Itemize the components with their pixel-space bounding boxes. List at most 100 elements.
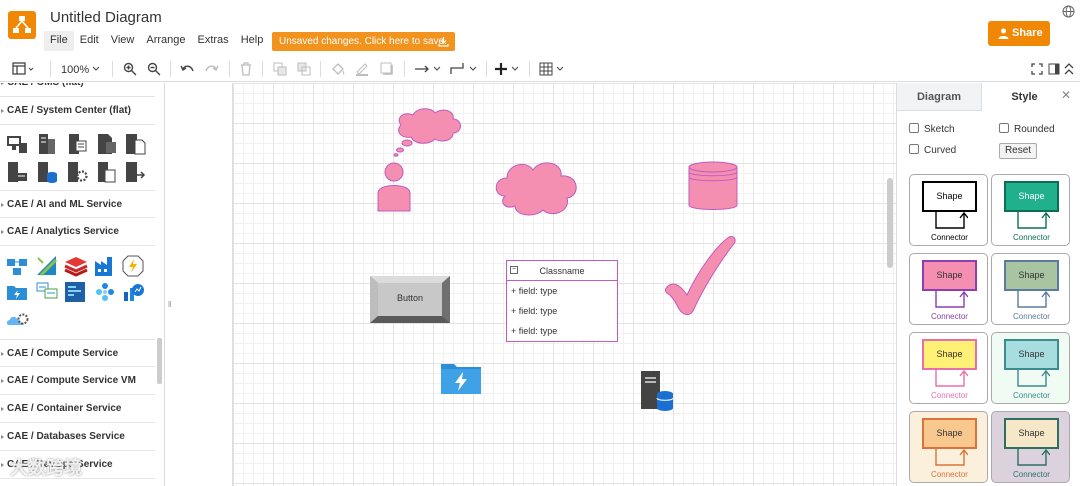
menu-file[interactable]: File <box>44 31 74 51</box>
server-list-icon[interactable] <box>66 133 88 155</box>
chevron-down-icon[interactable] <box>92 60 100 78</box>
to-back-icon[interactable] <box>297 60 311 78</box>
server-page-icon[interactable] <box>96 161 118 183</box>
style-swatch[interactable]: Shape Connector <box>909 253 988 325</box>
format-panel-toggle-icon[interactable] <box>12 60 34 78</box>
format-panel-icon[interactable] <box>1048 60 1060 78</box>
server-database-icon[interactable] <box>36 161 58 183</box>
tab-diagram[interactable]: Diagram <box>897 83 982 111</box>
toolbar-separator <box>50 61 51 77</box>
sidebar-section-compute[interactable]: CAE / Compute Service <box>0 339 155 367</box>
sidebar-section-oms[interactable]: CAE / OMS (flat) <box>0 83 155 97</box>
sidebar-section-compute-vm[interactable]: CAE / Compute Service VM <box>0 367 155 395</box>
connection-style-icon[interactable] <box>414 60 442 78</box>
unsaved-changes-button[interactable]: Unsaved changes. Click here to save. <box>272 32 455 51</box>
splitter-handle[interactable]: ‖ <box>168 300 171 309</box>
sidebar-section-container[interactable]: CAE / Container Service <box>0 395 155 423</box>
style-swatch[interactable]: Shape Connector <box>909 174 988 246</box>
line-color-icon[interactable] <box>355 60 369 78</box>
cloud-gear-icon[interactable] <box>6 309 29 331</box>
uml-class-field[interactable]: + field: type <box>507 301 617 321</box>
server-database-shape-icon[interactable] <box>640 370 674 412</box>
zoom-level[interactable]: 100% <box>61 64 89 76</box>
stream-analytics-icon[interactable] <box>122 255 144 277</box>
cloud-shape[interactable] <box>491 156 583 218</box>
server-stack-icon[interactable] <box>36 133 58 155</box>
style-swatch[interactable]: Shape Connector <box>909 411 988 483</box>
menu-view[interactable]: View <box>105 31 141 51</box>
uml-class-field[interactable]: + field: type <box>507 281 617 301</box>
style-swatch[interactable]: Shape Connector <box>909 332 988 404</box>
delete-icon[interactable] <box>240 60 252 78</box>
uml-class-shape[interactable]: − Classname + field: type + field: type … <box>506 260 618 342</box>
format-panel: Diagram Style ✕ Sketch Rounded Curved Re… <box>896 83 1080 486</box>
drawio-logo-icon <box>8 11 36 39</box>
zoom-out-icon[interactable] <box>147 60 161 78</box>
server-monitor-icon[interactable] <box>6 133 28 155</box>
uml-class-field[interactable]: + field: type <box>507 321 617 341</box>
reset-button[interactable]: Reset <box>999 143 1037 159</box>
server-gear-icon[interactable] <box>66 161 88 183</box>
shadow-icon[interactable] <box>380 60 394 78</box>
server-rack-icon[interactable] <box>6 161 28 183</box>
sketch-option[interactable]: Sketch <box>909 123 955 137</box>
share-button[interactable]: Share <box>988 21 1050 46</box>
rounded-checkbox[interactable] <box>999 123 1009 133</box>
style-swatch-connector-label: Connector <box>931 312 968 321</box>
collapse-icon[interactable] <box>1064 60 1074 78</box>
server-document-icon[interactable] <box>124 133 146 155</box>
menu-arrange[interactable]: Arrange <box>140 31 191 51</box>
redo-icon[interactable] <box>205 60 219 78</box>
folder-bolt-shape-icon[interactable] <box>440 361 482 395</box>
sidebar-section-analytics[interactable]: CAE / Analytics Service <box>0 218 155 246</box>
database-cylinder-shape[interactable] <box>687 161 739 213</box>
menu-extras[interactable]: Extras <box>192 31 235 51</box>
waypoints-icon[interactable] <box>450 60 478 78</box>
curved-option[interactable]: Curved <box>909 144 956 158</box>
sidebar-section-ai-ml[interactable]: CAE / AI and ML Service <box>0 190 155 218</box>
data-factory-icon[interactable] <box>94 255 116 277</box>
sketch-checkbox[interactable] <box>909 123 919 133</box>
sidebar-scrollbar[interactable] <box>157 338 162 384</box>
folder-bolt-icon[interactable] <box>6 281 28 303</box>
checkmark-shape[interactable] <box>663 233 737 317</box>
layers-icon[interactable] <box>64 255 88 277</box>
canvas-scrollbar[interactable] <box>887 178 893 268</box>
style-swatch[interactable]: Shape Connector <box>991 332 1070 404</box>
document-server-icon[interactable] <box>96 133 118 155</box>
server-arrow-icon[interactable] <box>124 161 146 183</box>
connector-arrow-icon <box>935 370 968 387</box>
uml-class-title: Classname <box>539 266 585 276</box>
style-swatch[interactable]: Shape Connector <box>991 411 1070 483</box>
button-shape[interactable]: Button <box>370 276 450 323</box>
close-icon[interactable]: ✕ <box>1061 88 1071 102</box>
curved-checkbox[interactable] <box>909 144 919 154</box>
data-lake-icon[interactable] <box>36 281 58 303</box>
insert-icon[interactable] <box>495 60 521 78</box>
user-shape-icon[interactable] <box>376 161 412 213</box>
menu-help[interactable]: Help <box>235 31 270 51</box>
document-title[interactable]: Untitled Diagram <box>50 9 162 26</box>
menu-edit[interactable]: Edit <box>74 31 105 51</box>
undo-icon[interactable] <box>180 60 194 78</box>
sidebar-section-databases[interactable]: CAE / Databases Service <box>0 423 155 451</box>
style-swatch[interactable]: Shape Connector <box>991 174 1070 246</box>
collapse-icon[interactable]: − <box>510 266 518 274</box>
hdinsight-icon[interactable] <box>64 281 86 303</box>
sidebar-section-system-center[interactable]: CAE / System Center (flat) <box>0 97 155 125</box>
style-swatch[interactable]: Shape Connector <box>991 253 1070 325</box>
rounded-option[interactable]: Rounded <box>999 123 1055 137</box>
fullscreen-icon[interactable] <box>1031 60 1043 78</box>
to-front-icon[interactable] <box>273 60 287 78</box>
diagram-canvas[interactable]: Button − Classname + field: type + field… <box>232 83 896 486</box>
thought-bubble-shape[interactable] <box>391 105 469 157</box>
table-icon[interactable] <box>539 60 565 78</box>
tab-style[interactable]: Style <box>982 83 1067 111</box>
globe-icon[interactable] <box>1062 5 1075 18</box>
analytics-triangle-icon[interactable] <box>36 255 58 277</box>
fill-color-icon[interactable] <box>331 60 345 78</box>
power-bi-icon[interactable] <box>122 281 144 303</box>
cluster-dots-icon[interactable] <box>94 281 116 303</box>
zoom-in-icon[interactable] <box>123 60 137 78</box>
data-flow-icon[interactable] <box>6 255 28 277</box>
